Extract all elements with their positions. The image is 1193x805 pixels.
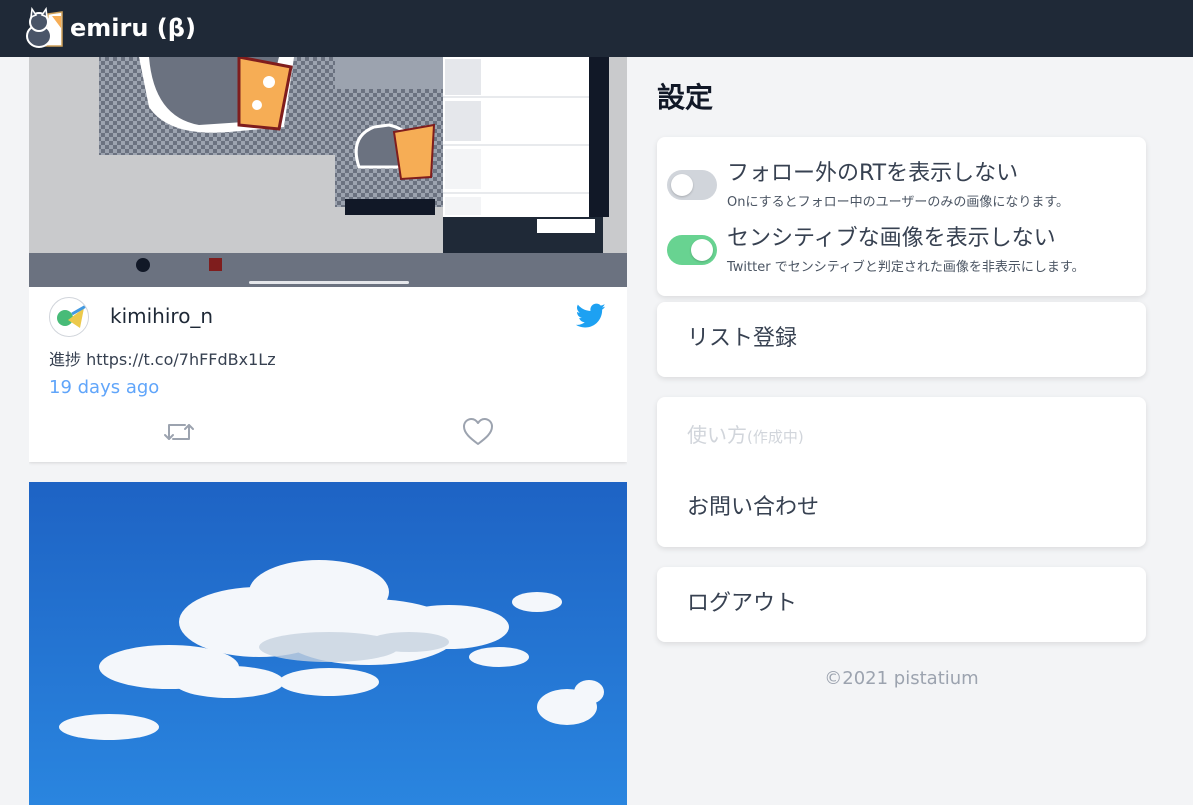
app-title[interactable]: emiru (β) bbox=[70, 12, 196, 44]
tweet-media-image[interactable] bbox=[29, 482, 627, 805]
logout-button[interactable]: ログアウト bbox=[687, 589, 797, 619]
toggle-knob bbox=[691, 239, 713, 261]
copyright-footer: ©2021 pistatium bbox=[824, 668, 979, 689]
hide-sensitive-toggle[interactable] bbox=[667, 235, 717, 265]
like-heart-icon[interactable] bbox=[462, 417, 494, 447]
settings-title: 設定 bbox=[657, 81, 714, 114]
tweet-text[interactable]: 進捗 https://t.co/7hFFdBx1Lz bbox=[49, 349, 276, 371]
list-register-link[interactable]: リスト登録 bbox=[687, 324, 797, 354]
hide-sensitive-label: センシティブな画像を表示しない bbox=[727, 226, 1056, 251]
hide-sensitive-description: Twitter でセンシティブと判定された画像を非表示にします。 bbox=[727, 260, 1085, 275]
hide-non-follow-rt-description: Onにするとフォロー中のユーザーのみの画像になります。 bbox=[727, 195, 1070, 210]
logout-card[interactable]: ログアウト bbox=[657, 567, 1146, 642]
list-register-card[interactable]: リスト登録 bbox=[657, 302, 1146, 377]
tweet-card: kimihiro_n 進捗 https://t.co/7hFFdBx1Lz 19… bbox=[29, 57, 627, 462]
usage-link-disabled: 使い方(作成中) bbox=[687, 421, 804, 451]
app-logo[interactable] bbox=[22, 6, 66, 50]
retweet-icon[interactable] bbox=[163, 419, 195, 445]
hide-non-follow-rt-toggle[interactable] bbox=[667, 170, 717, 200]
hide-non-follow-rt-label: フォロー外のRTを表示しない bbox=[727, 161, 1019, 186]
tweet-timestamp[interactable]: 19 days ago bbox=[49, 376, 159, 400]
user-avatar[interactable] bbox=[49, 297, 89, 337]
tweet-feed: kimihiro_n 進捗 https://t.co/7hFFdBx1Lz 19… bbox=[29, 57, 627, 805]
navbar: emiru (β) bbox=[0, 0, 1193, 57]
tweet-media-image[interactable] bbox=[29, 57, 627, 287]
usage-note: (作成中) bbox=[747, 428, 804, 446]
tweet-username[interactable]: kimihiro_n bbox=[110, 303, 213, 329]
settings-toggle-card: フォロー外のRTを表示しない Onにするとフォロー中のユーザーのみの画像になりま… bbox=[657, 137, 1146, 296]
help-card: 使い方(作成中) お問い合わせ bbox=[657, 397, 1146, 547]
usage-label: 使い方 bbox=[687, 423, 747, 447]
toggle-knob bbox=[671, 174, 693, 196]
contact-link[interactable]: お問い合わせ bbox=[687, 493, 819, 523]
twitter-bird-icon[interactable] bbox=[575, 303, 606, 329]
